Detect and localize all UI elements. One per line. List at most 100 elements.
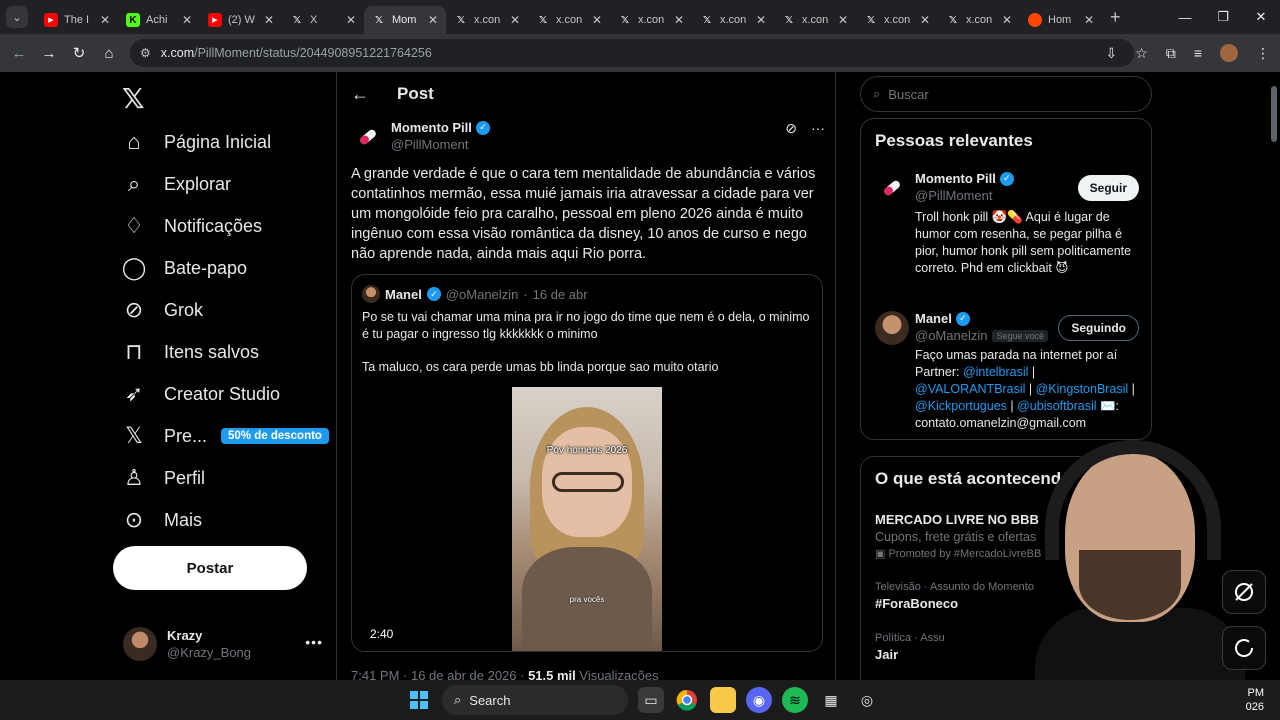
more-icon[interactable]: ••• — [305, 634, 323, 650]
browser-tab[interactable]: 𝕏x.con ✕ — [938, 6, 1020, 34]
person-momento-pill[interactable]: Momento Pill ✓ @PillMoment Seguir Troll … — [875, 171, 1139, 291]
tab-close-icon[interactable]: ✕ — [264, 13, 274, 27]
person-manel[interactable]: Manel ✓ @oManelzin Segue você Seguindo F… — [875, 311, 1139, 435]
tab-strip: ▶ The I ✕ K Achi ✕ ▶ (2) W ✕ 𝕏 X ✕ 𝕏 Mom ✕ 𝕏x.con ✕ 𝕏x.co… — [36, 0, 1102, 34]
link-valorantbrasil[interactable]: @VALORANTBrasil — [915, 382, 1025, 396]
tab-close-icon[interactable]: ✕ — [920, 13, 930, 27]
browser-tab[interactable]: K Achi ✕ — [118, 6, 200, 34]
account-avatar — [123, 627, 157, 661]
obs-icon[interactable]: ◎ — [854, 687, 880, 713]
reload-icon[interactable]: ↻ — [64, 44, 94, 62]
minimize-button[interactable]: — — [1166, 0, 1204, 34]
messages-floating-icon[interactable] — [1222, 626, 1266, 670]
grok-floating-icon[interactable] — [1222, 570, 1266, 614]
nav-item-chat[interactable]: ◯ Bate-papo — [122, 248, 247, 288]
browser-tab[interactable]: 𝕏x.con ✕ — [692, 6, 774, 34]
nav-item-grok[interactable]: ⊘ Grok — [122, 290, 203, 330]
link-intelbrasil[interactable]: @intelbrasil — [963, 365, 1029, 379]
youtube-icon: ▶ — [44, 13, 58, 27]
page-scrollbar[interactable] — [1270, 72, 1278, 680]
browser-tab[interactable]: 𝕏x.con ✕ — [610, 6, 692, 34]
author-handle[interactable]: @PillMoment — [391, 137, 469, 152]
link-ubisoftbrasil[interactable]: @ubisoftbrasil — [1017, 399, 1096, 413]
tab-close-icon[interactable]: ✕ — [510, 13, 520, 27]
following-button[interactable]: Seguindo — [1058, 315, 1139, 341]
account-switcher[interactable]: Krazy @Krazy_Bong ••• — [123, 624, 323, 664]
nav-item-search[interactable]: ⌕ Explorar — [122, 164, 231, 204]
nav-item-bookmark[interactable]: ⊓ Itens salvos — [122, 332, 259, 372]
address-bar[interactable]: ⚙ x.com/PillMoment/status/20449089512217… — [130, 39, 1134, 67]
pill-icon — [884, 180, 900, 196]
quote-date: 16 de abr — [532, 286, 588, 302]
tab-close-icon[interactable]: ✕ — [100, 13, 110, 27]
spotify-icon[interactable]: ≋ — [782, 687, 808, 713]
browser-tab[interactable]: 𝕏x.con ✕ — [446, 6, 528, 34]
tab-close-icon[interactable]: ✕ — [838, 13, 848, 27]
search-icon: ⌕ — [873, 86, 881, 101]
close-window-button[interactable]: ✕ — [1242, 0, 1280, 34]
browser-tab[interactable]: 𝕏x.con ✕ — [856, 6, 938, 34]
profile-avatar[interactable] — [1220, 44, 1238, 62]
browser-tab[interactable]: 𝕏x.con ✕ — [774, 6, 856, 34]
tab-close-icon[interactable]: ✕ — [1084, 13, 1094, 27]
browser-tab[interactable]: ▶ (2) W ✕ — [200, 6, 282, 34]
x-icon: 𝕏 — [784, 14, 794, 26]
task-view-icon[interactable]: ▭ — [638, 687, 664, 713]
pill-avatar[interactable] — [351, 122, 385, 152]
tab-close-icon[interactable]: ✕ — [346, 13, 356, 27]
home-browser-icon[interactable]: ⌂ — [94, 45, 124, 62]
tab-search-button[interactable]: ⌄ — [6, 6, 28, 28]
bookmark-star-icon[interactable]: ☆ — [1135, 45, 1148, 62]
nav-item-home[interactable]: ⌂ Página Inicial — [122, 122, 271, 162]
back-arrow-icon[interactable]: ← — [351, 84, 369, 105]
follow-button[interactable]: Seguir — [1077, 175, 1139, 201]
browser-tab[interactable]: ▶ The I ✕ — [36, 6, 118, 34]
browser-tab[interactable]: Hom ✕ — [1020, 6, 1102, 34]
discord-icon[interactable]: ◉ — [746, 687, 772, 713]
person-avatar — [875, 171, 909, 205]
nav-item-bell[interactable]: ♢ Notificações — [122, 206, 262, 246]
install-app-icon[interactable]: ⇩ — [1106, 45, 1118, 62]
windows-start-icon[interactable] — [406, 687, 432, 713]
quoted-post[interactable]: Manel ✓ @oManelzin · 16 de abr Po se tu … — [351, 274, 823, 652]
nav-item-person[interactable]: ♙ Perfil — [122, 458, 205, 498]
nav-item-rocket[interactable]: ➶ Creator Studio — [122, 374, 280, 414]
link-kickportugues[interactable]: @Kickportugues — [915, 399, 1007, 413]
video-player[interactable]: Pov homens 2026 pra vocês — [512, 387, 662, 651]
new-tab-button[interactable]: + — [1110, 7, 1121, 28]
media-controls-icon[interactable]: ≡ — [1194, 45, 1202, 61]
person-name: Momento Pill ✓ — [915, 171, 1014, 186]
extensions-icon[interactable]: ⧉ — [1166, 45, 1176, 62]
grok-icon[interactable]: ⊘ — [785, 120, 797, 137]
tab-close-icon[interactable]: ✕ — [592, 13, 602, 27]
post-button[interactable]: Postar — [113, 546, 307, 590]
search-input[interactable]: ⌕ Buscar — [860, 76, 1152, 112]
browser-menu-icon[interactable]: ⋮ — [1256, 45, 1270, 62]
taskbar-search[interactable]: ⌕ Search — [442, 685, 628, 715]
nav-item-more-circle[interactable]: ⊙ Mais — [122, 500, 202, 540]
browser-tab[interactable]: 𝕏 X ✕ — [282, 6, 364, 34]
tab-close-icon[interactable]: ✕ — [428, 13, 438, 27]
browser-tab[interactable]: 𝕏 Mom ✕ — [364, 6, 446, 34]
browser-tab[interactable]: 𝕏x.con ✕ — [528, 6, 610, 34]
tab-close-icon[interactable]: ✕ — [182, 13, 192, 27]
x-logo-icon[interactable]: 𝕏 — [122, 82, 145, 115]
file-explorer-icon[interactable] — [710, 687, 736, 713]
scroll-thumb[interactable] — [1271, 86, 1277, 142]
back-icon[interactable]: ← — [4, 45, 34, 62]
app-icon[interactable]: ▦ — [818, 687, 844, 713]
link-kingstonbrasil[interactable]: @KingstonBrasil — [1036, 382, 1129, 396]
post-more-icon[interactable]: ··· — [811, 120, 825, 137]
author-name[interactable]: Momento Pill ✓ — [391, 120, 490, 135]
tab-close-icon[interactable]: ✕ — [1002, 13, 1012, 27]
tab-close-icon[interactable]: ✕ — [756, 13, 766, 27]
restore-button[interactable]: ❐ — [1204, 0, 1242, 34]
post-timestamp[interactable]: 7:41 PM · 16 de abr de 2026 · — [351, 668, 528, 680]
x-icon: 𝕏 — [702, 14, 712, 26]
nav-item-x-premium[interactable]: 𝕏 Pre... 50% de desconto — [122, 416, 329, 456]
forward-icon[interactable]: → — [34, 45, 64, 62]
tab-close-icon[interactable]: ✕ — [674, 13, 684, 27]
chrome-icon[interactable] — [674, 687, 700, 713]
taskbar-clock[interactable]: PM 026 — [1246, 686, 1264, 714]
site-info-icon[interactable]: ⚙ — [140, 46, 151, 60]
